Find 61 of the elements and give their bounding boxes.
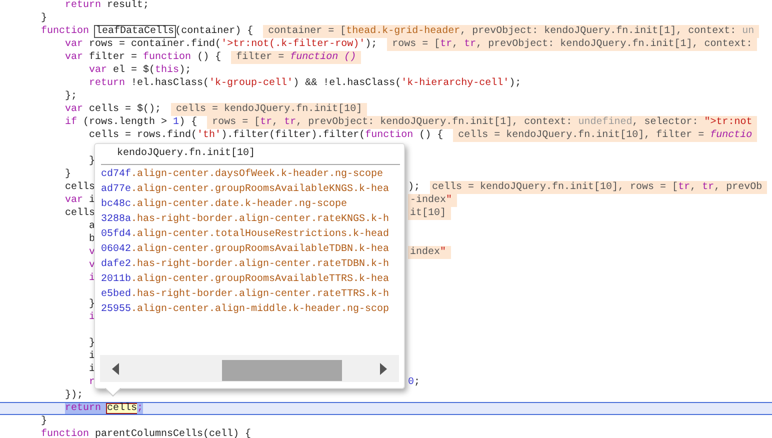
right-arrow-icon[interactable] (379, 362, 387, 374)
code-text: function (41, 25, 90, 38)
horizontal-scrollbar[interactable] (100, 355, 399, 382)
code-text: ); (408, 181, 420, 194)
value-hint: cells = kendoJQuery.fn.init[10], rows = [tr, tr, prevOb (430, 181, 768, 194)
code-text: var filter = function () { (65, 51, 222, 64)
code-text: r (89, 376, 96, 389)
code-text: cells (65, 207, 96, 220)
code-text: a (89, 220, 96, 233)
list-item[interactable]: 25955.align-center.align-middle.k-header.ng-scop (101, 302, 390, 317)
value-hint: index" (408, 246, 452, 259)
list-item[interactable]: dafe2.has-right-border.align-center.rateTDBN.k-h (101, 257, 390, 272)
code-text: }; (65, 90, 78, 103)
code-text: var cells = $(); (65, 103, 162, 116)
value-hint: cells = kendoJQuery.fn.init[10], filter = functio (453, 129, 758, 142)
value-hint: rows = [tr, tr, prevObject: kendoJQuery.fn.init[1], context: undefined, selector: ">tr:not (207, 116, 758, 129)
matched-word: leafDataCells (94, 25, 176, 38)
code-text: cells = rows.find('th').filter(filter).filter(function () { (89, 129, 444, 142)
code-text: var el = $(this); (89, 64, 192, 77)
code-text: cells (65, 181, 96, 194)
code-text: } (41, 415, 48, 428)
list-item[interactable]: 05fd4.align-center.totalHouseRestrictions.k-head (101, 227, 390, 242)
code-text: v (89, 259, 96, 272)
code-text: (container) { (175, 25, 254, 38)
selected-text: return (65, 403, 108, 414)
value-hint: container = [thead.k-grid-header, prevObject: kendoJQuery.fn.init[1], context: un (263, 25, 760, 38)
list-item[interactable]: e5bed.has-right-border.align-center.rateTTRS.k-h (101, 287, 390, 302)
code-text: } (41, 12, 48, 25)
code-text: function parentColumnsCells(cell) { (41, 428, 252, 438)
code-text: i (89, 311, 96, 324)
code-text: return !el.hasClass('k-group-cell') && !el.hasClass('k-hierarchy-cell'); (89, 77, 522, 90)
code-text: i (89, 350, 96, 363)
code-text: var rows = container.find('>tr:not(.k-filter-row)'); (65, 38, 378, 51)
value-hint: rows = [tr, tr, prevObject: kendoJQuery.fn.init[1], context: (387, 38, 758, 51)
code-text: var i (65, 194, 96, 207)
code-text: } (65, 168, 72, 181)
value-hint: cells = kendoJQuery.fn.init[10] (171, 103, 368, 116)
code-text: i (89, 363, 96, 376)
list-item[interactable]: 2011b.align-center.groupRoomsAvailableTTRS.k-hea (101, 272, 390, 287)
list-item[interactable]: cd74f.align-center.daysOfWeek.k-header.ng-scope (101, 167, 384, 182)
left-arrow-icon[interactable] (112, 362, 120, 374)
list-item[interactable]: bc48c.align-center.date.k-header.ng-scope (101, 197, 348, 212)
list-item[interactable]: 3288a.has-right-border.align-center.rateKNGS.k-h (101, 212, 390, 227)
popup-title: kendoJQuery.fn.init[10] (116, 146, 256, 161)
value-hint: it[10] (408, 207, 452, 220)
code-text: return result; (65, 0, 150, 12)
code-text: v (89, 246, 96, 259)
code-text: 0; (408, 376, 420, 389)
value-hint: -index" (408, 194, 458, 207)
code-text: }); (65, 389, 84, 402)
code-text: } (89, 298, 96, 311)
code-text: i (89, 272, 96, 285)
highlighted-word: cells (106, 403, 138, 414)
list-item[interactable]: ad77e.align-center.groupRoomsAvailableKNGS.k-hea (101, 182, 390, 197)
code-text: if (rows.length > 1) { (65, 116, 198, 129)
selected-text: ; (137, 403, 144, 414)
value-hint: filter = function () (231, 51, 362, 64)
code-text: } (89, 155, 96, 168)
scroll-thumb[interactable] (222, 360, 342, 380)
list-item[interactable]: 06042.align-center.groupRoomsAvailableTDBN.k-hea (101, 242, 390, 257)
code-text: } (89, 337, 96, 350)
